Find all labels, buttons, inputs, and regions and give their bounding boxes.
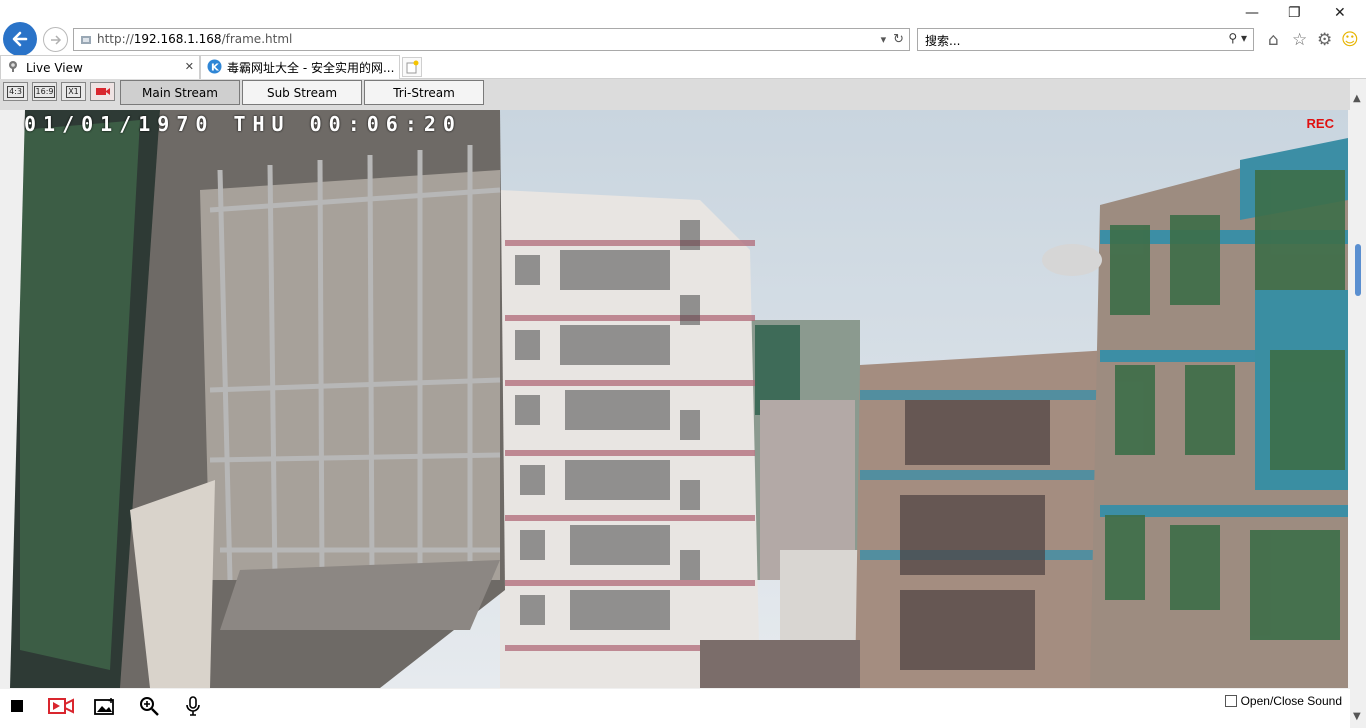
microphone-icon — [186, 696, 200, 716]
snapshot-button[interactable] — [93, 695, 117, 717]
video-record-icon — [48, 698, 74, 714]
page-favicon-icon — [81, 36, 91, 44]
browser-nav-bar: http://192.168.1.168/frame.html ▾ ↻ 搜索..… — [0, 0, 1366, 56]
sound-label: Open/Close Sound — [1240, 694, 1342, 708]
aspect-16-9-button[interactable]: 16:9 — [32, 82, 57, 101]
search-placeholder: 搜索... — [925, 34, 961, 48]
main-stream-button[interactable]: Main Stream — [120, 80, 240, 105]
vertical-scrollbar[interactable]: ▲ ▼ — [1350, 79, 1366, 728]
address-bar[interactable]: http://192.168.1.168/frame.html ▾ ↻ — [73, 28, 910, 51]
live-video-feed[interactable]: 01/01/1970 THU 00:06:20 REC — [0, 110, 1348, 688]
aspect-4-3-button[interactable]: 4:3 — [3, 82, 28, 101]
original-size-button[interactable]: X1 — [61, 82, 86, 101]
address-url: http://192.168.1.168/frame.html — [97, 32, 292, 46]
camera-scene-image — [0, 110, 1348, 688]
osd-timestamp: 01/01/1970 THU 00:06:20 — [24, 112, 462, 136]
tab-label: Live View — [26, 60, 83, 75]
camera-tab-icon — [7, 59, 21, 76]
smiley-feedback-icon[interactable]: ☺ — [1341, 30, 1359, 50]
scroll-up-arrow-icon[interactable]: ▲ — [1353, 93, 1361, 104]
restore-button[interactable]: ❐ — [1288, 5, 1301, 21]
rec-indicator: REC — [1306, 116, 1334, 131]
forward-arrow-icon — [50, 34, 61, 45]
original-size-label: X1 — [66, 85, 81, 98]
close-tab-icon[interactable]: ✕ — [185, 60, 194, 73]
sound-checkbox[interactable] — [1224, 695, 1237, 707]
tab-live-view[interactable]: Live View ✕ — [0, 55, 200, 79]
favorites-star-icon[interactable]: ☆ — [1292, 30, 1307, 50]
aspect-4-3-label: 4:3 — [7, 85, 24, 98]
snapshot-image-icon — [94, 698, 114, 715]
settings-gear-icon[interactable]: ⚙ — [1317, 30, 1332, 50]
scroll-thumb[interactable] — [1355, 244, 1361, 296]
record-button[interactable] — [46, 695, 76, 717]
tab-duba-portal[interactable]: K 毒霸网址大全 - 安全实用的网... — [200, 55, 400, 79]
stop-icon — [11, 700, 23, 712]
microphone-button[interactable] — [181, 695, 205, 717]
zoom-button[interactable] — [137, 695, 161, 717]
stream-toolbar: 4:3 16:9 X1 Main Stream Sub Stream Tri-S… — [0, 79, 1350, 110]
search-box[interactable]: 搜索... ⚲ ▾ — [917, 28, 1254, 51]
home-icon[interactable]: ⌂ — [1268, 30, 1279, 50]
sub-stream-button[interactable]: Sub Stream — [242, 80, 362, 105]
playback-controls: Open/Close Sound — [0, 689, 1350, 728]
sound-toggle[interactable]: Open/Close Sound — [1224, 694, 1342, 708]
stop-button[interactable] — [5, 695, 29, 717]
search-icon[interactable]: ⚲ ▾ — [1228, 31, 1247, 45]
minimize-button[interactable]: — — [1245, 5, 1259, 21]
svg-text:K: K — [211, 62, 220, 73]
refresh-icon[interactable]: ↻ — [893, 32, 904, 47]
back-arrow-icon — [12, 31, 28, 47]
url-path: /frame.html — [221, 32, 293, 46]
zoom-in-icon — [140, 697, 159, 716]
forward-button[interactable] — [43, 27, 68, 52]
aspect-16-9-label: 16:9 — [33, 85, 56, 98]
tri-stream-button[interactable]: Tri-Stream — [364, 80, 484, 105]
url-prefix: http:// — [97, 32, 134, 46]
new-tab-button[interactable] — [402, 57, 422, 77]
url-host: 192.168.1.168 — [133, 32, 222, 46]
address-dropdown-icon[interactable]: ▾ — [881, 33, 887, 46]
address-tools: ▾ ↻ — [881, 32, 904, 47]
record-camera-icon — [95, 88, 110, 95]
tab-strip: Live View ✕ K 毒霸网址大全 - 安全实用的网... — [0, 55, 1366, 79]
back-button[interactable] — [3, 22, 37, 56]
close-window-button[interactable]: ✕ — [1334, 5, 1346, 21]
live-view-page: 4:3 16:9 X1 Main Stream Sub Stream Tri-S… — [0, 79, 1350, 728]
new-tab-icon — [406, 60, 419, 74]
scroll-down-arrow-icon[interactable]: ▼ — [1353, 711, 1361, 722]
tab-label: 毒霸网址大全 - 安全实用的网... — [227, 61, 395, 75]
duba-logo-icon: K — [207, 59, 222, 77]
record-toggle-button[interactable] — [90, 82, 115, 101]
